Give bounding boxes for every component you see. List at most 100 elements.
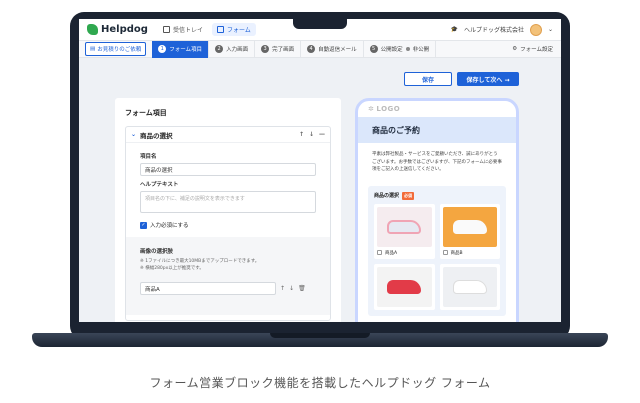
star-icon: ✲	[368, 105, 375, 113]
panel-title: フォーム項目	[125, 109, 167, 117]
step-number: 2	[215, 45, 224, 53]
item-name-label: 項目名	[140, 154, 157, 160]
nav-tab-inbox-label: 受信トレイ	[172, 27, 203, 34]
back-to-form-label: お見積りのご依頼	[97, 47, 142, 53]
product-name: 商品B	[450, 250, 463, 256]
publish-status-badge: 非公開	[412, 47, 430, 53]
action-buttons: 保存 保存して次へ →	[404, 72, 519, 86]
step-input-screen[interactable]: 2 入力画面	[209, 40, 256, 58]
arrow-up-icon[interactable]: ↑	[280, 285, 285, 292]
nav-tab-form-label: フォーム	[226, 27, 251, 34]
trash-icon[interactable]: 🗑	[298, 285, 306, 292]
step-number: 1	[158, 45, 167, 53]
form-icon: ▤	[90, 46, 96, 52]
step-label: 入力画面	[226, 47, 249, 53]
graduation-cap-icon[interactable]: 🎓	[450, 26, 457, 33]
product-image	[377, 206, 432, 247]
product-label: 商品B	[442, 250, 498, 256]
helpdog-logo-icon	[87, 24, 98, 35]
form-item-card: ⌄ 商品の選択 ↑ ↓ — 項目名 商品の選択 ヘルプテキスト 項目名の下に、補…	[125, 126, 331, 322]
avatar[interactable]	[529, 23, 542, 36]
help-text-label: ヘルプテキスト	[140, 182, 179, 188]
gear-icon: ⚙	[512, 46, 518, 52]
step-number: 3	[261, 45, 270, 53]
required-checkbox[interactable]: ✓ 入力必須にする	[140, 221, 316, 229]
status-dot-icon	[405, 47, 410, 51]
step-label: フォーム項目	[169, 47, 203, 53]
option-controls: ↑ ↓ 🗑	[280, 285, 306, 292]
inbox-icon	[162, 26, 170, 33]
option-input[interactable]: 商品A	[140, 282, 276, 296]
workspace: 保存 保存して次へ → フォーム項目 ⌄ 商品の選択 ↑ ↓ — 項目名 商品の…	[79, 58, 561, 322]
product-image	[442, 206, 497, 247]
back-to-form-button[interactable]: ▤ お見積りのご依頼	[85, 42, 147, 56]
header-right: 🎓 ヘルプドッグ株式会社 ⌄	[450, 23, 553, 36]
step-number: 5	[369, 45, 378, 53]
form-icon	[216, 26, 224, 33]
help-text-input[interactable]: 項目名の下に、補足の説明文を表示できます	[140, 191, 316, 213]
product-option-d[interactable]	[439, 263, 500, 310]
preview-body-text: 平素は弊社製品・サービスをご愛顧いただき、誠にありがとうございます。お手数ではご…	[372, 152, 502, 173]
item-name-input[interactable]: 商品の選択	[140, 163, 316, 176]
arrow-down-icon[interactable]: ↓	[309, 131, 314, 138]
checkmark-icon: ✓	[140, 221, 147, 229]
preview-title: 商品のご予約	[358, 117, 516, 143]
form-item-title: 商品の選択	[140, 131, 173, 140]
form-items-panel: フォーム項目 ⌄ 商品の選択 ↑ ↓ — 項目名 商品の選択 ヘルプテキスト 項…	[115, 98, 341, 322]
nav-tab-inbox[interactable]: 受信トレイ	[158, 23, 208, 36]
arrow-down-icon[interactable]: ↓	[289, 285, 294, 292]
company-name[interactable]: ヘルプドッグ株式会社	[464, 25, 524, 34]
save-and-next-button[interactable]: 保存して次へ →	[457, 72, 519, 86]
remove-icon[interactable]: —	[319, 131, 325, 138]
form-item-header[interactable]: ⌄ 商品の選択 ↑ ↓ —	[126, 127, 330, 143]
step-bar: ▤ お見積りのご依頼 1 フォーム項目 2 入力画面 3 完了画面 4 自動返信…	[79, 40, 561, 58]
product-option-a[interactable]: 商品A	[374, 203, 435, 259]
laptop-mockup: Helpdog 受信トレイ フォーム 🎓 ヘルプドッグ株式会社 ⌄ ▤ お見積り…	[0, 0, 640, 403]
product-grid: 商品A 商品B	[374, 203, 500, 310]
product-image	[442, 266, 497, 307]
mobile-preview: ✲ LOGO 商品のご予約 平素は弊社製品・サービスをご愛顧いただき、誠にありが…	[355, 98, 519, 322]
preview-product-field: 商品の選択 必須 商品A 商品B	[368, 185, 506, 316]
product-label: 商品A	[377, 250, 432, 256]
chevron-down-icon[interactable]: ⌄	[548, 26, 553, 33]
preview-field-title: 商品の選択 必須	[374, 191, 500, 200]
app-logo[interactable]: Helpdog	[87, 24, 148, 35]
required-checkbox-label: 入力必須にする	[150, 223, 189, 229]
camera-notch	[293, 19, 347, 29]
form-settings-button[interactable]: ⚙ フォーム設定	[512, 45, 553, 53]
preview-logo: ✲ LOGO	[358, 101, 516, 117]
step-label: 公開設定	[380, 47, 403, 53]
form-settings-label: フォーム設定	[520, 47, 553, 53]
chevron-down-icon[interactable]: ⌄	[131, 131, 136, 138]
step-label: 自動返信メール	[318, 47, 357, 53]
step-label: 完了画面	[272, 47, 295, 53]
product-option-b[interactable]: 商品B	[439, 203, 500, 259]
arrow-up-icon[interactable]: ↑	[299, 131, 304, 138]
product-image	[377, 266, 432, 307]
app-logo-text: Helpdog	[101, 24, 148, 35]
preview-field-label: 商品の選択	[374, 193, 400, 200]
upload-note: ※ 1ファイルにつき最大10MBまでアップロードできます。	[140, 259, 260, 264]
step-auto-reply[interactable]: 4 自動返信メール	[301, 40, 364, 58]
item-controls: ↑ ↓ —	[299, 131, 325, 138]
step-publish-settings[interactable]: 5 公開設定 非公開	[364, 40, 437, 58]
width-note: ※ 横幅280px以上が推奨です。	[140, 266, 204, 272]
laptop-screen: Helpdog 受信トレイ フォーム 🎓 ヘルプドッグ株式会社 ⌄ ▤ お見積り…	[79, 19, 561, 322]
image-options-section: 画像の選択肢 ※ 1ファイルにつき最大10MBまでアップロードできます。 ※ 横…	[126, 237, 330, 316]
laptop-hinge	[270, 333, 370, 338]
form-item-body: 項目名 商品の選択 ヘルプテキスト 項目名の下に、補足の説明文を表示できます ✓…	[126, 143, 330, 320]
save-button[interactable]: 保存	[404, 72, 452, 86]
preview-logo-text: LOGO	[376, 105, 401, 113]
nav-tab-form[interactable]: フォーム	[211, 23, 256, 36]
checkbox-icon[interactable]	[377, 250, 382, 256]
image-options-label: 画像の選択肢	[140, 249, 174, 255]
product-option-c[interactable]	[374, 263, 435, 310]
product-name: 商品A	[385, 250, 398, 256]
step-number: 4	[307, 45, 316, 53]
required-badge: 必須	[402, 191, 415, 200]
step-form-items[interactable]: 1 フォーム項目	[152, 40, 210, 58]
checkbox-icon[interactable]	[442, 250, 448, 256]
step-complete-screen[interactable]: 3 完了画面	[255, 40, 302, 58]
caption: フォーム営業ブロック機能を搭載したヘルプドッグ フォーム	[149, 376, 491, 390]
option-row: 商品A ↑ ↓ 🗑	[140, 282, 316, 296]
